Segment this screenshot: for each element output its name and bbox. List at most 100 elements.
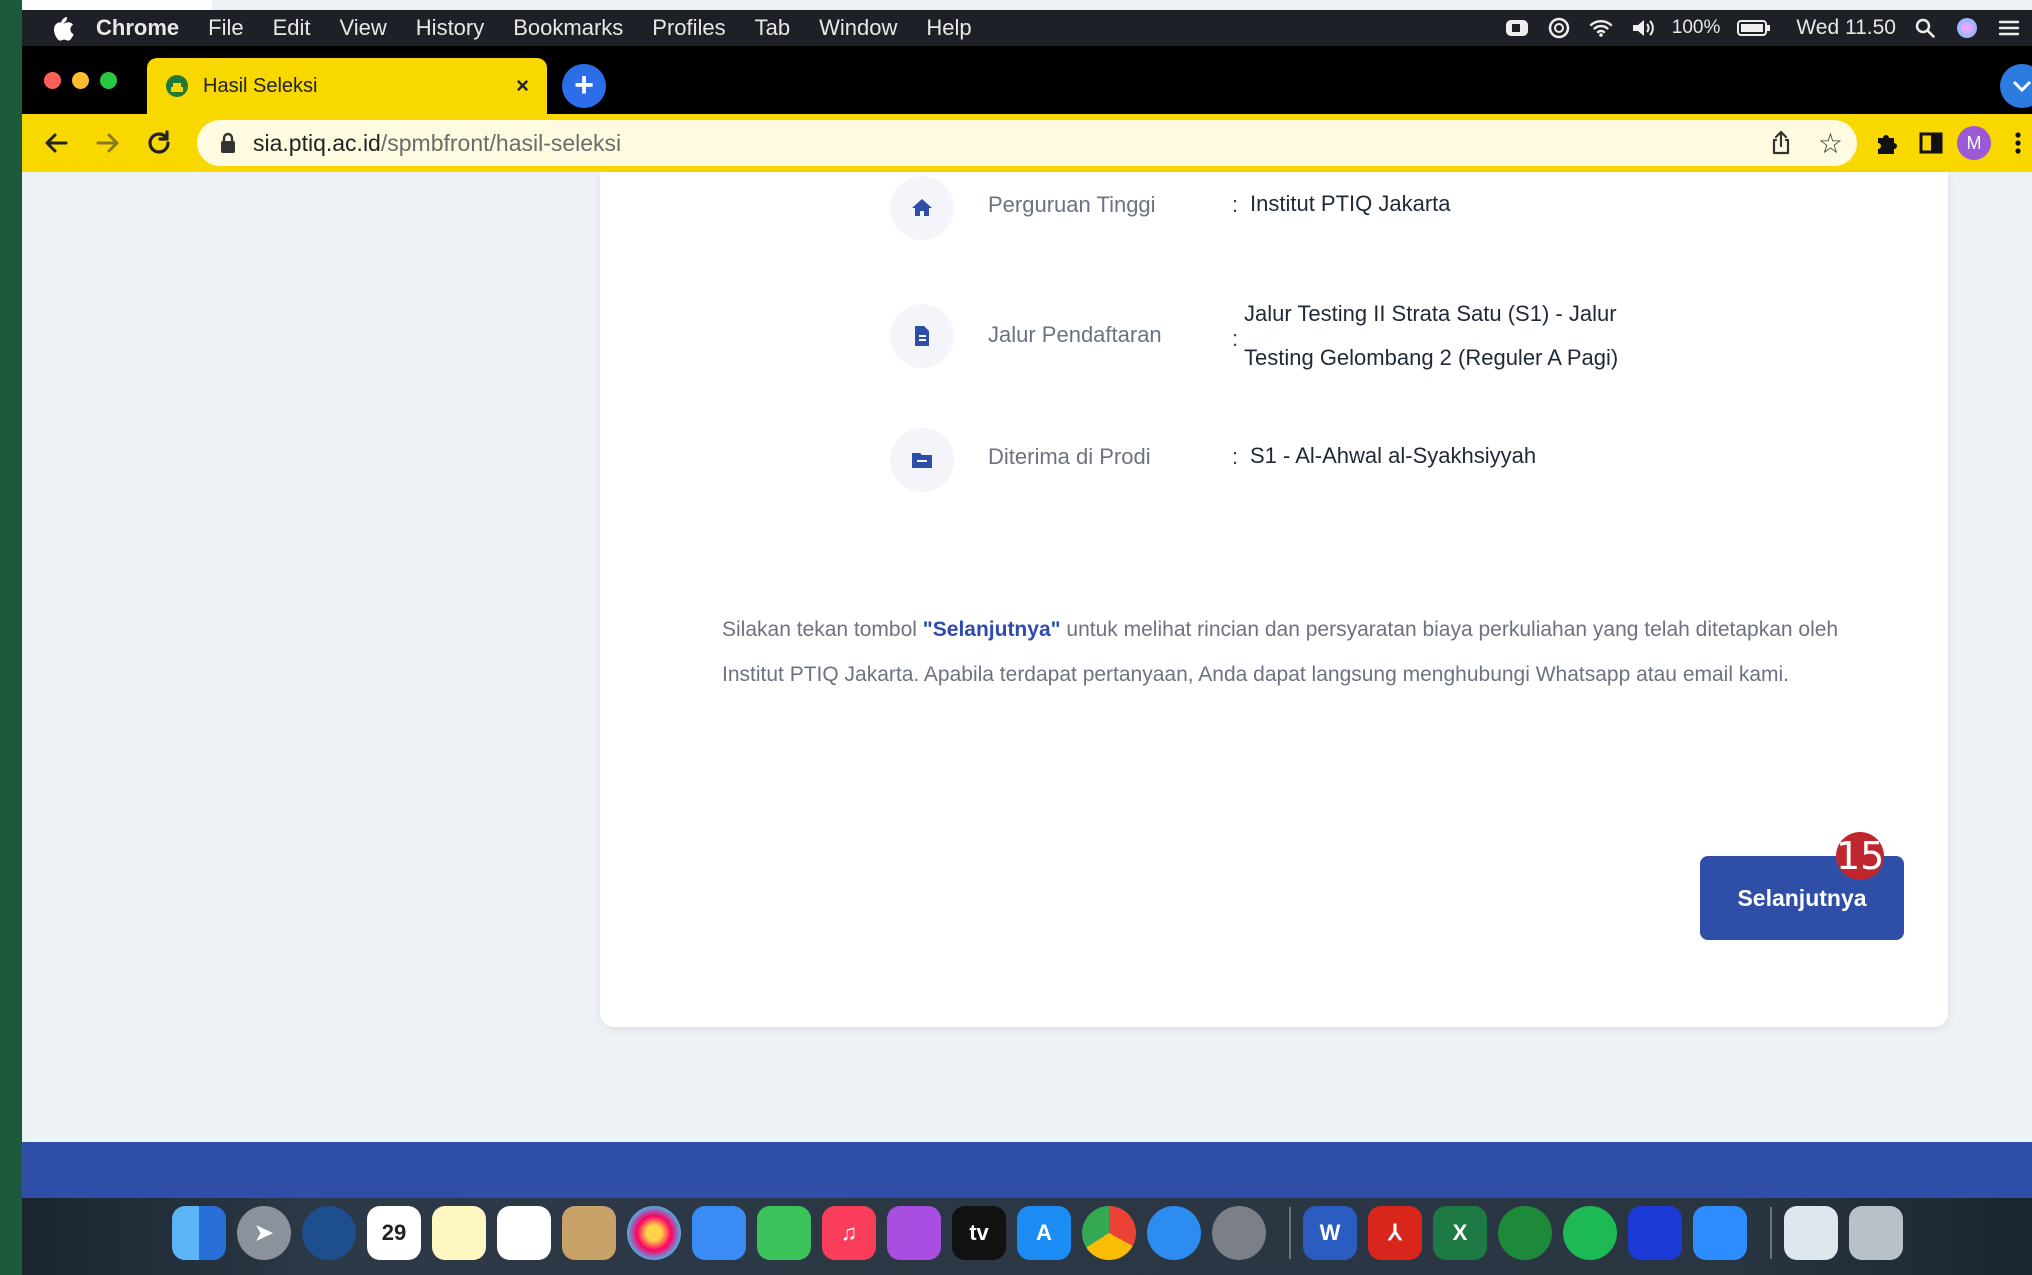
macos-menu-bar: Chrome File Edit View History Bookmarks … bbox=[22, 10, 2032, 46]
info-icon-badge bbox=[890, 304, 954, 368]
info-icon-badge bbox=[890, 428, 954, 492]
reminders-icon[interactable] bbox=[497, 1206, 551, 1260]
document-icon bbox=[915, 326, 929, 346]
home-icon bbox=[912, 199, 932, 216]
creative-cloud-icon[interactable] bbox=[1546, 17, 1572, 39]
folder-icon bbox=[912, 453, 932, 468]
info-colon: : bbox=[1232, 326, 1239, 351]
acrobat-icon[interactable]: ⅄ bbox=[1368, 1206, 1422, 1260]
info-label-registration-path: Jalur Pendaftaran bbox=[988, 322, 1162, 347]
app-store-icon[interactable]: A bbox=[1017, 1206, 1071, 1260]
excel-icon[interactable]: X bbox=[1433, 1206, 1487, 1260]
launchpad-icon[interactable]: ➤ bbox=[237, 1206, 291, 1260]
share-icon[interactable] bbox=[1767, 129, 1795, 157]
info-colon: : bbox=[1232, 444, 1239, 469]
finder-icon[interactable] bbox=[172, 1206, 226, 1260]
trash-icon[interactable] bbox=[1849, 1206, 1903, 1260]
info-value-accepted-program: S1 - Al-Ahwal al-Syakhsiyyah bbox=[1250, 443, 1537, 468]
spotlight-search-icon[interactable] bbox=[1912, 17, 1938, 39]
dock-icons: ➤ 29 ♫ tv A W ⅄ X bbox=[172, 1206, 1914, 1260]
tab-search-button[interactable] bbox=[2000, 64, 2032, 108]
menu-status-area: 100% Wed 11.50 bbox=[1488, 10, 2022, 46]
facetime-icon[interactable] bbox=[757, 1206, 811, 1260]
note-text-before: Silakan tekan tombol bbox=[722, 618, 923, 641]
battery-percent: 100% bbox=[1671, 17, 1721, 38]
podcasts-icon[interactable] bbox=[887, 1206, 941, 1260]
battery-icon[interactable] bbox=[1736, 17, 1772, 39]
info-label-university: Perguruan Tinggi bbox=[988, 192, 1156, 217]
menu-window[interactable]: Window bbox=[819, 15, 897, 41]
reload-icon[interactable] bbox=[142, 126, 176, 160]
step-number-badge: 15 bbox=[1836, 832, 1885, 880]
browser-tab-bar: Hasil Seleksi × + bbox=[22, 46, 2032, 114]
wifi-icon[interactable] bbox=[1588, 17, 1614, 39]
spotify-icon[interactable] bbox=[1563, 1206, 1617, 1260]
window-zoom-button[interactable] bbox=[100, 72, 117, 89]
selection-result-card: Perguruan Tinggi : Institut PTIQ Jakarta… bbox=[600, 172, 1948, 1027]
calendar-icon[interactable]: 29 bbox=[367, 1206, 421, 1260]
screen-record-icon[interactable] bbox=[1504, 17, 1530, 39]
word-icon[interactable]: W bbox=[1303, 1206, 1357, 1260]
music-icon[interactable]: ♫ bbox=[822, 1206, 876, 1260]
siri-icon[interactable] bbox=[1954, 17, 1980, 39]
messages-icon[interactable] bbox=[692, 1206, 746, 1260]
info-value-university: Institut PTIQ Jakarta bbox=[1250, 191, 1451, 216]
volume-icon[interactable] bbox=[1630, 17, 1656, 39]
url-path: /spmbfront/hasil-seleksi bbox=[380, 130, 622, 156]
extensions-puzzle-icon[interactable] bbox=[1870, 126, 1904, 160]
menu-file[interactable]: File bbox=[208, 15, 243, 41]
menu-bookmarks[interactable]: Bookmarks bbox=[513, 15, 623, 41]
info-icon-badge bbox=[890, 176, 954, 240]
menu-clock[interactable]: Wed 11.50 bbox=[1796, 16, 1896, 40]
photos-icon[interactable] bbox=[627, 1206, 681, 1260]
lock-icon[interactable] bbox=[219, 132, 237, 154]
menu-tab[interactable]: Tab bbox=[755, 15, 790, 41]
app-icon[interactable] bbox=[1628, 1206, 1682, 1260]
info-value-registration-path-line2: Testing Gelombang 2 (Reguler A Pagi) bbox=[1244, 345, 1619, 370]
zoom-icon[interactable] bbox=[1693, 1206, 1747, 1260]
menu-help[interactable]: Help bbox=[926, 15, 971, 41]
chrome-icon[interactable] bbox=[1082, 1206, 1136, 1260]
menu-profiles[interactable]: Profiles bbox=[652, 15, 725, 41]
pen-tool-icon[interactable] bbox=[1498, 1206, 1552, 1260]
site-favicon-icon bbox=[166, 75, 188, 97]
screen: Chrome File Edit View History Bookmarks … bbox=[22, 0, 2032, 1275]
info-label-accepted-program: Diterima di Prodi bbox=[988, 444, 1151, 469]
apple-tv-icon[interactable]: tv bbox=[952, 1206, 1006, 1260]
control-center-icon[interactable] bbox=[1996, 17, 2022, 39]
dock-separator bbox=[1770, 1207, 1772, 1259]
tab-hasil-seleksi[interactable]: Hasil Seleksi × bbox=[147, 58, 547, 114]
notes-icon[interactable] bbox=[432, 1206, 486, 1260]
system-preferences-icon[interactable] bbox=[1212, 1206, 1266, 1260]
new-tab-button[interactable]: + bbox=[562, 64, 606, 108]
edge-browser-icon[interactable] bbox=[302, 1206, 356, 1260]
info-value-registration-path-line1: Jalur Testing II Strata Satu (S1) - Jalu… bbox=[1244, 301, 1617, 326]
window-minimize-button[interactable] bbox=[72, 72, 89, 89]
page-viewport: Perguruan Tinggi : Institut PTIQ Jakarta… bbox=[22, 172, 2032, 1275]
browser-toolbar: sia.ptiq.ac.id/spmbfront/hasil-seleksi ☆… bbox=[22, 114, 2032, 172]
tab-close-icon[interactable]: × bbox=[516, 73, 529, 99]
apple-menu-icon[interactable] bbox=[52, 15, 74, 41]
url-host: sia.ptiq.ac.id bbox=[253, 130, 381, 156]
downloads-folder-icon[interactable] bbox=[1784, 1206, 1838, 1260]
chevron-down-icon bbox=[2012, 80, 2032, 93]
books-icon[interactable] bbox=[562, 1206, 616, 1260]
address-bar[interactable]: sia.ptiq.ac.id/spmbfront/hasil-seleksi ☆ bbox=[197, 120, 1857, 166]
more-menu-icon[interactable] bbox=[2008, 126, 2028, 160]
macos-dock: ➤ 29 ♫ tv A W ⅄ X bbox=[22, 1198, 2032, 1275]
profile-avatar[interactable]: M bbox=[1957, 126, 1991, 160]
safari-icon[interactable] bbox=[1147, 1206, 1201, 1260]
bookmark-star-icon[interactable]: ☆ bbox=[1818, 127, 1843, 160]
menu-app-name[interactable]: Chrome bbox=[96, 15, 179, 41]
menu-history[interactable]: History bbox=[416, 15, 484, 41]
back-arrow-icon[interactable] bbox=[40, 126, 74, 160]
forward-arrow-icon[interactable] bbox=[90, 126, 124, 160]
address-url[interactable]: sia.ptiq.ac.id/spmbfront/hasil-seleksi bbox=[253, 130, 621, 157]
tab-title: Hasil Seleksi bbox=[203, 74, 318, 97]
menu-edit[interactable]: Edit bbox=[273, 15, 311, 41]
side-panel-icon[interactable] bbox=[1914, 126, 1948, 160]
dock-separator bbox=[1289, 1207, 1291, 1259]
info-colon: : bbox=[1232, 192, 1239, 217]
window-close-button[interactable] bbox=[44, 72, 61, 89]
menu-view[interactable]: View bbox=[340, 15, 387, 41]
